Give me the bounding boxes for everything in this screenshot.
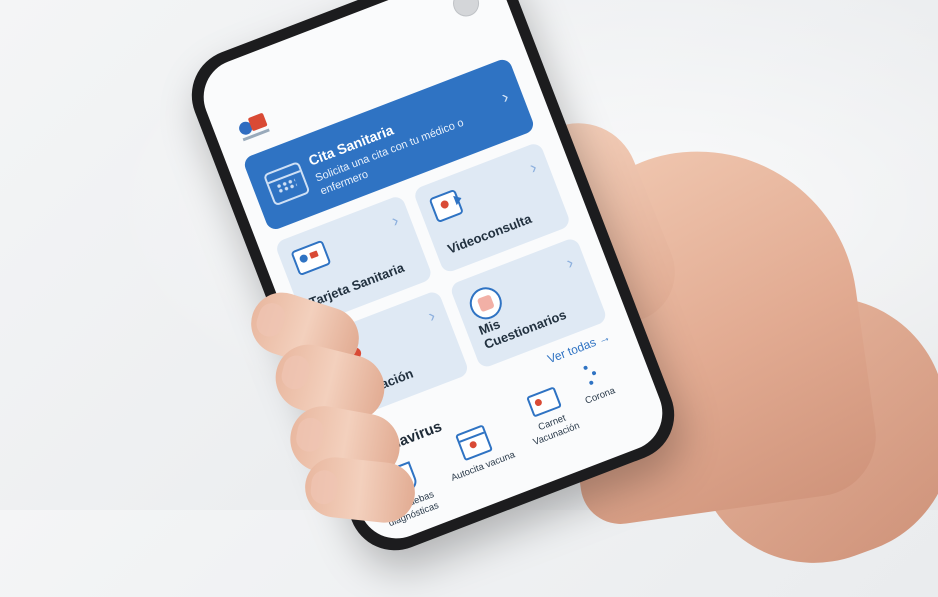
corona-item-corona[interactable]: Corona	[573, 353, 629, 408]
tile-label: Videoconsulta	[445, 210, 534, 257]
corona-item-carnet[interactable]: Carnet Vacunación	[507, 379, 591, 453]
arrow-right-icon: →	[596, 329, 613, 347]
calendar-vaccine-icon	[454, 424, 494, 462]
camera-icon	[449, 0, 483, 21]
corona-item-label: Carnet Vacunación	[531, 412, 582, 449]
calendar-icon	[262, 161, 311, 207]
virus-icon	[580, 361, 602, 388]
chevron-right-icon: ›	[526, 156, 540, 178]
chevron-right-icon: ›	[498, 86, 512, 108]
vaccination-card-icon	[526, 386, 562, 418]
chevron-right-icon: ›	[563, 252, 577, 273]
health-logo-icon	[237, 112, 273, 143]
video-camera-icon	[428, 188, 465, 224]
corona-item-autocita[interactable]: Autocita vacuna	[436, 417, 518, 485]
id-card-icon	[290, 239, 332, 277]
corona-item-label: Autocita vacuna	[449, 449, 517, 484]
chevron-right-icon: ›	[388, 209, 402, 231]
chevron-right-icon: ›	[425, 305, 438, 326]
